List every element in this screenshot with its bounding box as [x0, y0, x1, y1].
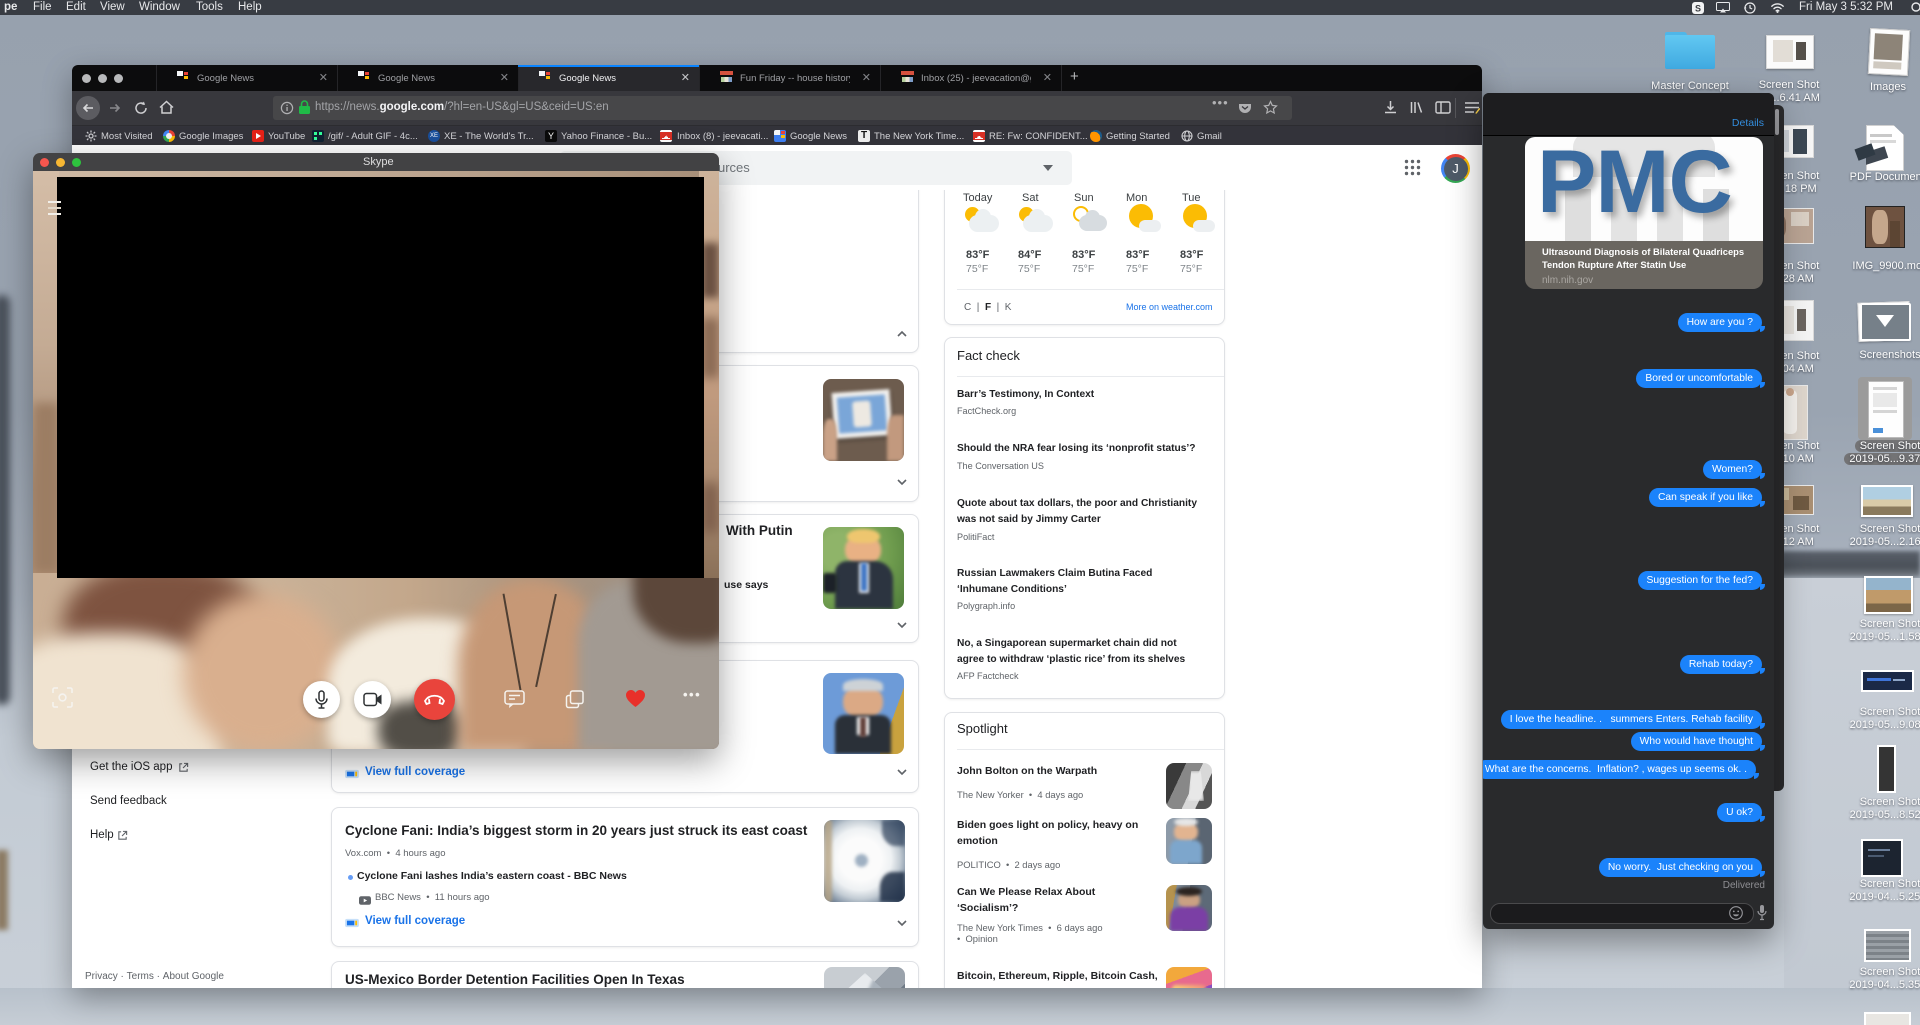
svg-text:S: S: [1695, 4, 1701, 14]
